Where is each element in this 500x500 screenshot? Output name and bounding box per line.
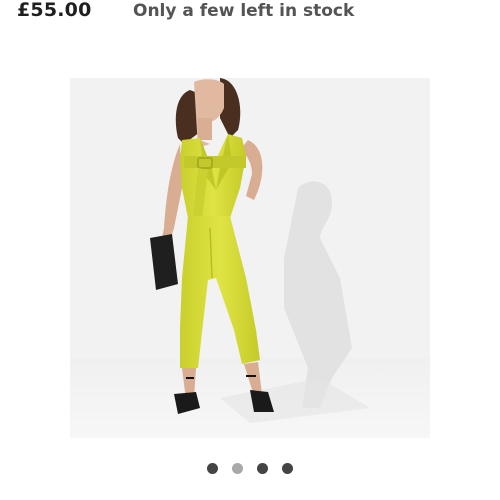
- product-price: £55.00: [17, 0, 92, 21]
- product-photo: [70, 78, 430, 438]
- product-image[interactable]: [70, 78, 430, 438]
- product-page: £55.00 Only a few left in stock: [0, 0, 500, 500]
- carousel-dot-1[interactable]: [207, 463, 218, 474]
- stock-status: Only a few left in stock: [133, 1, 355, 21]
- carousel-dot-2[interactable]: [232, 463, 243, 474]
- carousel-dot-3[interactable]: [257, 463, 268, 474]
- price-stock-row: £55.00 Only a few left in stock: [0, 0, 500, 26]
- carousel-dot-4[interactable]: [282, 463, 293, 474]
- carousel-dots: [0, 463, 500, 475]
